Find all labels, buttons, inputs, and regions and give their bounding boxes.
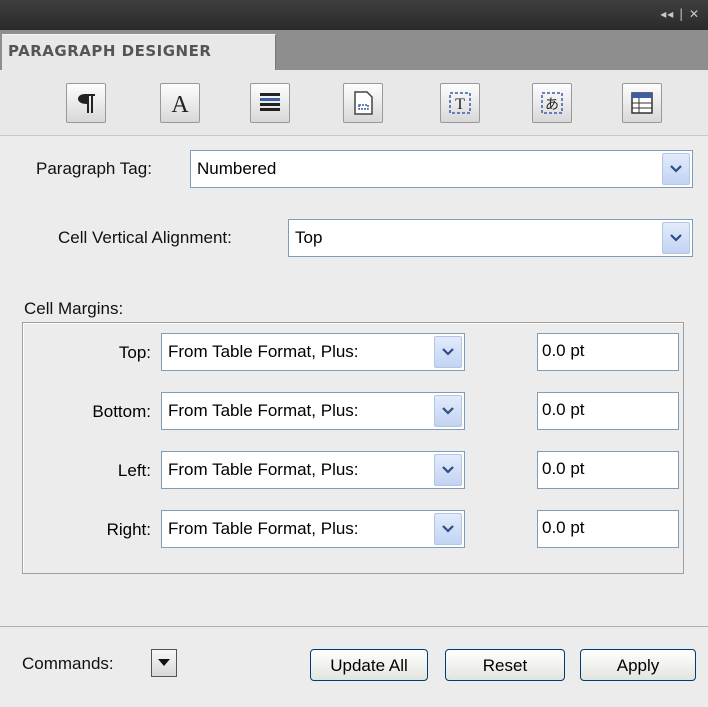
paragraph-tag-label: Paragraph Tag: <box>36 159 152 178</box>
command-bar: Commands: Update All Reset Apply <box>0 626 708 707</box>
chevron-down-icon[interactable] <box>434 336 462 368</box>
tab-bar: PARAGRAPH DESIGNER <box>0 30 708 70</box>
margin-top-value: 0.0 pt <box>542 341 585 360</box>
margin-bottom-input[interactable]: 0.0 pt <box>537 392 679 430</box>
tab-label: PARAGRAPH DESIGNER <box>8 42 212 60</box>
chevron-down-icon[interactable] <box>662 153 690 185</box>
margin-right-label: Right: <box>106 520 151 539</box>
panel-controls[interactable]: ◂◂ | ✕ <box>660 7 700 21</box>
apply-button[interactable]: Apply <box>580 649 696 681</box>
svg-text:あ: あ <box>545 97 559 113</box>
properties-area: Paragraph Tag: Numbered Cell Vertical Al… <box>0 136 708 626</box>
table-cell-icon[interactable] <box>622 83 662 123</box>
margin-left-mode: From Table Format, Plus: <box>168 460 359 479</box>
margin-right-mode-select[interactable]: From Table Format, Plus: <box>161 510 465 548</box>
update-all-button[interactable]: Update All <box>310 649 428 681</box>
text-frame-icon[interactable]: T <box>440 83 480 123</box>
margin-left-value: 0.0 pt <box>542 459 585 478</box>
paragraph-tag-select[interactable]: Numbered <box>190 150 693 188</box>
cell-vertical-alignment-value: Top <box>295 228 323 247</box>
margin-top-mode: From Table Format, Plus: <box>168 342 359 361</box>
panel-title-bar: ◂◂ | ✕ <box>0 0 708 30</box>
margin-left-mode-select[interactable]: From Table Format, Plus: <box>161 451 465 489</box>
cell-vertical-alignment-select[interactable]: Top <box>288 219 693 257</box>
margin-bottom-value: 0.0 pt <box>542 400 585 419</box>
chevron-down-icon[interactable] <box>434 513 462 545</box>
margin-top-mode-select[interactable]: From Table Format, Plus: <box>161 333 465 371</box>
svg-text:A: A <box>171 92 189 116</box>
margin-right-input[interactable]: 0.0 pt <box>537 510 679 548</box>
chevron-down-icon[interactable] <box>662 222 690 254</box>
margin-right-mode: From Table Format, Plus: <box>168 519 359 538</box>
margin-top-label: Top: <box>118 343 151 362</box>
reset-button[interactable]: Reset <box>445 649 565 681</box>
chevron-down-icon[interactable] <box>434 395 462 427</box>
page-icon[interactable] <box>343 83 383 123</box>
asian-text-icon[interactable]: あ <box>532 83 572 123</box>
margin-left-input[interactable]: 0.0 pt <box>537 451 679 489</box>
pilcrow-icon[interactable] <box>66 83 106 123</box>
commands-menu-button[interactable] <box>151 649 177 677</box>
tab-paragraph-designer[interactable]: PARAGRAPH DESIGNER <box>2 34 276 70</box>
paragraph-designer-panel: ◂◂ | ✕ PARAGRAPH DESIGNER A T あ Paragrap… <box>0 0 708 707</box>
margin-right-value: 0.0 pt <box>542 518 585 537</box>
lines-icon[interactable] <box>250 83 290 123</box>
triangle-down-icon <box>158 659 170 666</box>
margin-left-label: Left: <box>117 461 151 480</box>
margin-bottom-mode: From Table Format, Plus: <box>168 401 359 420</box>
margin-bottom-label: Bottom: <box>92 402 151 421</box>
margin-bottom-mode-select[interactable]: From Table Format, Plus: <box>161 392 465 430</box>
chevron-down-icon[interactable] <box>434 454 462 486</box>
cell-vertical-alignment-label: Cell Vertical Alignment: <box>58 228 232 247</box>
paragraph-tag-value: Numbered <box>197 159 277 178</box>
margin-top-input[interactable]: 0.0 pt <box>537 333 679 371</box>
property-group-toolbar: A T あ <box>0 70 708 136</box>
cell-margins-group: Top: From Table Format, Plus: 0.0 pt Bot… <box>22 322 684 574</box>
cell-margins-label: Cell Margins: <box>24 299 124 318</box>
svg-text:T: T <box>455 96 465 113</box>
font-icon[interactable]: A <box>160 83 200 123</box>
commands-label: Commands: <box>22 654 114 673</box>
